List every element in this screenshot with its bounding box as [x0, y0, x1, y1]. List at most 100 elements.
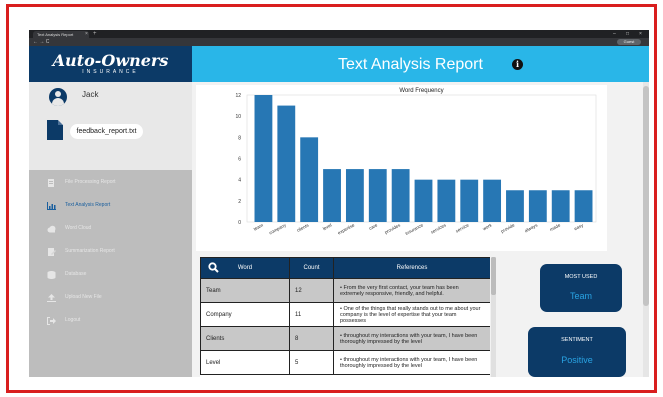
word-column-header[interactable]: Word	[200, 257, 290, 279]
bar	[300, 137, 319, 222]
sidebar-item-logout[interactable]: Logout	[29, 310, 192, 333]
bar-chart-icon	[47, 202, 56, 210]
sidebar-item-database[interactable]: Database	[29, 264, 192, 287]
x-tick-label: always	[524, 222, 539, 233]
bar	[368, 169, 387, 222]
logo-band: Auto-Owners INSURANCE	[29, 46, 192, 82]
y-tick-label: 10	[235, 114, 241, 120]
bar	[460, 179, 479, 222]
sidebar-item-label: Upload New File	[65, 294, 102, 300]
column-header-label: Word	[237, 265, 253, 271]
browser-tab-bar: Text Analysis Report × + – □ ×	[29, 30, 649, 38]
x-tick-label: made	[549, 222, 562, 232]
minimize-icon[interactable]: –	[613, 31, 616, 37]
references-cell: • One of the things that really stands o…	[333, 302, 490, 327]
chart-title: Word Frequency	[399, 88, 443, 94]
table-header-row: Word Count References	[200, 257, 490, 279]
word-cell: Company	[200, 302, 290, 327]
bar	[437, 179, 456, 222]
page-scrollbar-thumb[interactable]	[643, 86, 649, 306]
bar	[574, 190, 593, 222]
tab-close-icon[interactable]: ×	[85, 32, 88, 37]
app-window: Text Analysis Report × + – □ × ← → C Gue…	[29, 30, 649, 377]
search-icon[interactable]	[208, 262, 219, 273]
bar	[551, 190, 570, 222]
upload-icon	[47, 294, 56, 302]
avatar-icon	[49, 88, 67, 106]
sidebar-item-summarization-report[interactable]: Summarization Report	[29, 241, 192, 264]
word-cell: Level	[200, 350, 290, 375]
cloud-icon	[47, 225, 56, 233]
x-tick-label: expertise	[337, 222, 356, 235]
most-used-title: MOST USED	[564, 274, 598, 280]
most-used-card: MOST USED Team	[540, 264, 622, 312]
count-column-header[interactable]: Count	[289, 257, 334, 279]
maximize-icon[interactable]: □	[626, 31, 629, 37]
x-tick-label: services	[430, 222, 448, 235]
x-tick-label: service	[455, 222, 470, 233]
table-row[interactable]: Clients 8 • throughout my interactions w…	[200, 326, 490, 351]
file-name-pill[interactable]: feedback_report.txt	[70, 124, 143, 139]
browser-address-bar: ← → C Guest	[29, 38, 649, 46]
file-processing-icon	[48, 179, 54, 187]
page-title: Text Analysis Report	[338, 56, 483, 73]
table-row[interactable]: Team 12 • From the very first contact, y…	[200, 278, 490, 303]
close-window-icon[interactable]: ×	[639, 31, 642, 37]
bar	[391, 169, 410, 222]
bar	[483, 179, 502, 222]
x-tick-label: clients	[296, 222, 310, 233]
x-tick-label: provides	[384, 222, 402, 235]
references-cell: • throughout my interactions with your t…	[333, 350, 490, 375]
y-tick-label: 2	[238, 199, 241, 205]
x-tick-label: provide	[500, 222, 516, 234]
back-forward-reload-icons[interactable]: ← → C	[33, 38, 49, 46]
most-used-value: Team	[569, 291, 592, 301]
table-scrollbar-thumb[interactable]	[491, 257, 496, 295]
references-cell: • From the very first contact, your team…	[333, 278, 490, 303]
logout-icon	[47, 317, 56, 325]
x-tick-label: team	[253, 222, 264, 231]
sidebar-item-label: Logout	[65, 317, 81, 323]
database-icon	[47, 271, 56, 279]
y-tick-label: 8	[238, 135, 241, 141]
table-row[interactable]: Company 11 • One of the things that real…	[200, 302, 490, 327]
sidebar-item-text-analysis-report[interactable]: Text Analysis Report	[29, 195, 192, 218]
user-block: Jack feedback_report.txt	[29, 82, 192, 170]
sentiment-card: SENTIMENT Positive	[528, 327, 626, 377]
bar	[414, 179, 433, 222]
bar	[254, 95, 273, 222]
word-table: Word Count References Team 12 • From the…	[200, 257, 490, 377]
word-cell: Clients	[200, 326, 290, 351]
info-icon[interactable]: i	[512, 59, 523, 70]
browser-tab[interactable]: Text Analysis Report ×	[33, 31, 89, 38]
word-cell: Team	[200, 278, 290, 303]
sentiment-title: SENTIMENT	[561, 337, 593, 343]
bar	[323, 169, 341, 222]
browser-tab-title: Text Analysis Report	[37, 32, 74, 37]
new-tab-icon[interactable]: +	[93, 31, 97, 37]
sidebar-item-word-cloud[interactable]: Word Cloud	[29, 218, 192, 241]
table-row[interactable]: Level 5 • throughout my interactions wit…	[200, 350, 490, 375]
y-tick-label: 0	[238, 220, 241, 226]
word-frequency-chart: Word Frequency 0 2 4 6 8 10 12 team company client…	[196, 85, 607, 251]
bar	[277, 105, 296, 222]
sidebar-item-upload-new-file[interactable]: Upload New File	[29, 287, 192, 310]
sidebar-item-label: Word Cloud	[65, 225, 92, 231]
references-cell: • throughout my interactions with your t…	[333, 326, 490, 351]
x-tick-label: care	[368, 222, 379, 231]
x-tick-label: company	[268, 222, 287, 235]
chart-svg: Word Frequency 0 2 4 6 8 10 12 team company client…	[235, 88, 597, 236]
sidebar-item-label: Database	[65, 271, 87, 277]
bar	[506, 190, 524, 222]
file-edit-icon	[48, 248, 56, 256]
username: Jack	[82, 90, 99, 99]
bar	[528, 190, 547, 222]
references-column-header[interactable]: References	[333, 257, 490, 279]
x-tick-label: level	[322, 222, 333, 231]
count-cell: 5	[289, 350, 334, 375]
count-cell: 11	[289, 302, 334, 327]
profile-chip[interactable]: Guest	[617, 39, 641, 45]
x-tick-label: work	[482, 222, 493, 231]
sidebar-item-file-processing-report[interactable]: File Processing Report	[29, 172, 192, 195]
document-icon	[47, 120, 63, 140]
